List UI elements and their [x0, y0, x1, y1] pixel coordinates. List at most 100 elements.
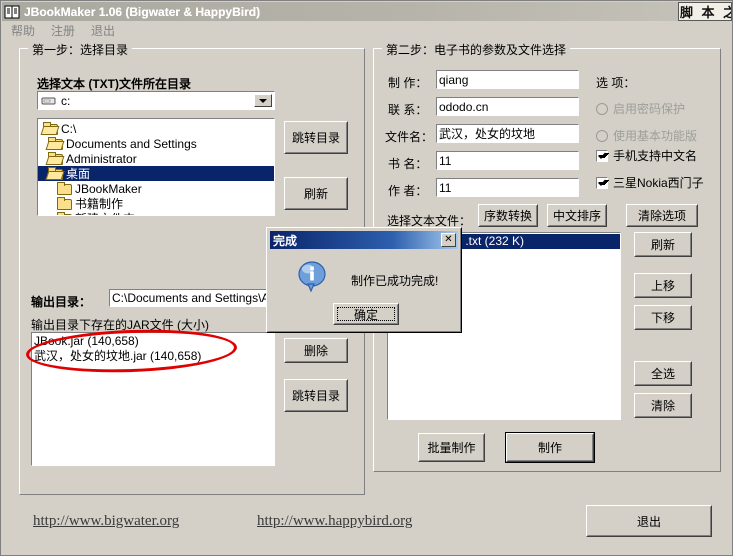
menu-register[interactable]: 注册	[44, 21, 82, 40]
exit-button[interactable]: 退出	[586, 505, 712, 537]
refresh-files-button[interactable]: 刷新	[634, 232, 692, 257]
info-icon	[297, 261, 327, 293]
dialog-message: 制作已成功完成!	[351, 274, 439, 288]
move-up-button[interactable]: 上移	[634, 273, 692, 298]
options-label: 选 项：	[596, 76, 636, 90]
tree-item-label: Administrator	[66, 151, 137, 166]
drive-combo[interactable]: c:	[37, 91, 275, 110]
step2-title: 第二步：电子书的参数及文件选择	[382, 41, 571, 58]
select-all-button-label: 全选	[650, 367, 675, 381]
close-icon[interactable]: ✕	[441, 233, 456, 247]
dialog-title: 完成	[273, 233, 298, 248]
clear-list-button[interactable]: 清除	[634, 393, 692, 418]
filename-label: 文件名：	[385, 130, 434, 144]
folder-open-icon	[47, 167, 63, 180]
checkbox-checked-icon[interactable]	[596, 176, 608, 189]
make-button[interactable]: 制作	[505, 432, 595, 463]
option-samsung-nokia-siemens-label: 三星Nokia西门子	[613, 176, 704, 190]
dialog-ok-button[interactable]: 确定	[333, 303, 399, 325]
clear-options-button[interactable]: 清除选项	[626, 204, 698, 227]
drive-icon	[41, 95, 57, 107]
application-window: JBookMaker 1.06 (Bigwater & HappyBird) 脚…	[0, 0, 733, 556]
tree-item[interactable]: Documents and Settings	[38, 136, 274, 151]
completion-dialog: 完成 ✕ 制作已成功完成! 确定	[266, 227, 462, 333]
book-icon	[4, 4, 20, 20]
author-field-value: 11	[439, 180, 452, 195]
make-button-label: 制作	[537, 441, 562, 455]
happybird-link[interactable]: http://www.happybird.org	[257, 513, 412, 530]
radio-icon	[596, 102, 608, 115]
chinese-sort-button[interactable]: 中文排序	[547, 204, 607, 227]
menu-bar: 帮助 注册 退出	[2, 21, 732, 40]
clear-options-button-label: 清除选项	[637, 209, 686, 223]
filename-field-value: 武汉，处女的坟地	[439, 127, 536, 141]
option-basic-version-label: 使用基本功能版	[613, 129, 698, 143]
num-convert-button[interactable]: 序数转换	[478, 204, 538, 227]
option-password-protect: 启用密码保护	[596, 100, 685, 117]
folder-open-icon	[42, 122, 58, 135]
dialog-ok-button-label: 确定	[353, 307, 378, 322]
title-bar: JBookMaker 1.06 (Bigwater & HappyBird)	[2, 2, 732, 21]
jar-file-list[interactable]: JBook.jar (140,658) 武汉，处女的坟地.jar (140,65…	[31, 332, 275, 466]
batch-make-button-label: 批量制作	[427, 441, 476, 455]
maker-label: 制 作：	[388, 76, 428, 90]
exit-button-label: 退出	[636, 514, 661, 529]
tree-item[interactable]: 书籍制作	[38, 196, 274, 211]
directory-tree[interactable]: C:\ Documents and Settings Administrator…	[37, 118, 275, 216]
contact-label: 联 系：	[388, 103, 428, 117]
filename-field[interactable]: 武汉，处女的坟地	[436, 124, 579, 143]
tree-item[interactable]: JBookMaker	[38, 181, 274, 196]
radio-icon	[596, 129, 608, 142]
clear-list-button-label: 清除	[650, 399, 675, 413]
tree-item-selected[interactable]: 桌面	[38, 166, 274, 181]
chinese-sort-button-label: 中文排序	[552, 209, 601, 223]
author-field[interactable]: 11	[436, 178, 579, 197]
bookname-label: 书 名：	[388, 157, 428, 171]
output-dir-field[interactable]: C:\Documents and Settings\Admir	[109, 289, 275, 307]
jar-list-label: 输出目录下存在的JAR文件 (大小)	[31, 318, 209, 332]
move-up-button-label: 上移	[650, 279, 675, 293]
tree-item[interactable]: Administrator	[38, 151, 274, 166]
folder-open-icon	[47, 152, 63, 165]
option-basic-version: 使用基本功能版	[596, 127, 697, 144]
chevron-down-icon[interactable]	[254, 94, 272, 107]
batch-make-button[interactable]: 批量制作	[418, 433, 485, 462]
menu-help[interactable]: 帮助	[4, 21, 42, 40]
dialog-title-bar: 完成 ✕	[270, 231, 458, 249]
menu-exit[interactable]: 退出	[84, 21, 122, 40]
bookname-field-value: 11	[439, 153, 452, 168]
goto-dir-button[interactable]: 跳转目录	[284, 121, 348, 154]
watermark-logo-text: 脚 本 之 家	[680, 6, 731, 21]
tree-item-label: JBookMaker	[75, 181, 142, 196]
window-title: JBookMaker 1.06 (Bigwater & HappyBird)	[24, 4, 261, 19]
bookname-field[interactable]: 11	[436, 151, 579, 170]
maker-field[interactable]: qiang	[436, 70, 579, 89]
checkbox-checked-icon[interactable]	[596, 149, 608, 162]
step1-title: 第一步：选择目录	[28, 41, 133, 58]
folder-icon	[56, 182, 72, 195]
delete-jar-button[interactable]: 删除	[284, 338, 348, 363]
select-all-button[interactable]: 全选	[634, 361, 692, 386]
drive-combo-value: c:	[61, 93, 71, 108]
bigwater-link[interactable]: http://www.bigwater.org	[33, 513, 179, 530]
refresh-dir-button[interactable]: 刷新	[284, 177, 348, 210]
tree-item[interactable]: 新建文件夹	[38, 210, 274, 215]
delete-jar-button-label: 删除	[303, 344, 328, 358]
move-down-button-label: 下移	[650, 311, 675, 325]
jar-list-item[interactable]: JBook.jar (140,658)	[32, 334, 274, 349]
tree-item-label: 新建文件夹	[75, 210, 135, 215]
goto-output-dir-button[interactable]: 跳转目录	[284, 379, 348, 412]
goto-dir-button-label: 跳转目录	[291, 131, 340, 145]
jar-list-item[interactable]: 武汉，处女的坟地.jar (140,658)	[32, 349, 274, 364]
option-samsung-nokia-siemens[interactable]: 三星Nokia西门子	[596, 174, 704, 191]
move-down-button[interactable]: 下移	[634, 305, 692, 330]
refresh-files-button-label: 刷新	[650, 238, 675, 252]
tree-item[interactable]: C:\	[38, 121, 274, 136]
folder-icon	[56, 212, 72, 215]
option-password-protect-label: 启用密码保护	[613, 102, 686, 116]
contact-field[interactable]: ododo.cn	[436, 97, 579, 116]
option-chinese-filename[interactable]: 手机支持中文名	[596, 147, 697, 164]
tree-item-label: 桌面	[66, 167, 91, 181]
folder-open-icon	[47, 137, 63, 150]
output-dir-value: C:\Documents and Settings\Admir	[112, 291, 274, 305]
